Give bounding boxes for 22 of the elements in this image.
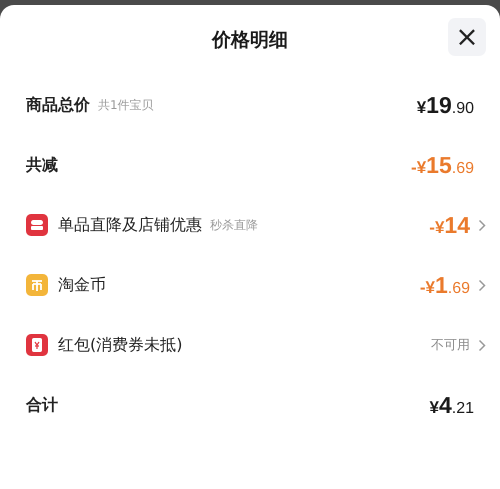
price: ¥4.21 bbox=[429, 392, 474, 418]
row-hint: 秒杀直降 bbox=[210, 216, 258, 234]
sheet-title: 价格明细 bbox=[212, 28, 288, 53]
row-label: 单品直降及店铺优惠 bbox=[58, 214, 202, 236]
row-hint: 共1件宝贝 bbox=[98, 96, 154, 114]
coin-icon bbox=[26, 274, 48, 296]
chevron-icon[interactable] bbox=[478, 278, 486, 292]
price: -¥14 bbox=[429, 212, 470, 238]
row-label: 淘金币 bbox=[58, 274, 106, 296]
close-button[interactable]: × bbox=[448, 18, 486, 56]
price: -¥15.69 bbox=[411, 152, 474, 178]
row-label: 共减 bbox=[26, 154, 58, 176]
row-label: 红包(消费券未抵) bbox=[58, 334, 182, 356]
status-text: 不可用 bbox=[431, 337, 470, 354]
shop-icon bbox=[26, 214, 48, 236]
envelope-icon bbox=[26, 334, 48, 356]
chevron-icon[interactable] bbox=[478, 338, 486, 352]
row-label: 合计 bbox=[26, 394, 58, 416]
row-label: 商品总价 bbox=[26, 94, 90, 116]
price: ¥19.90 bbox=[416, 92, 474, 118]
price: -¥1.69 bbox=[420, 272, 470, 298]
chevron-icon[interactable] bbox=[478, 218, 486, 232]
